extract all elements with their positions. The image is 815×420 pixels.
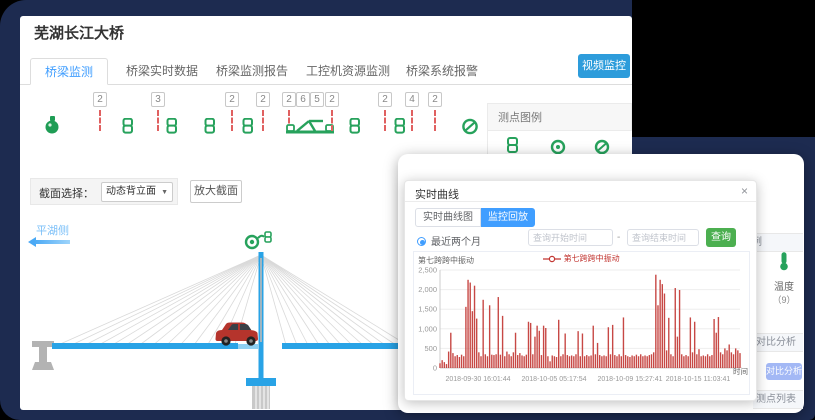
y-tick-label: 2,500: [418, 266, 437, 275]
chart-x-axis-title: 时间: [733, 366, 748, 376]
y-tick-label: 1,500: [418, 305, 437, 314]
temperature-count: （9）: [766, 293, 802, 306]
query-start-time-input[interactable]: [528, 229, 613, 246]
sensor-count-badge: 2: [325, 92, 339, 107]
sensor-count-badge: 4: [405, 92, 419, 107]
black-corner-region: [632, 0, 815, 137]
legend-panel-title: 测点图例: [488, 103, 632, 131]
temperature-legend-item[interactable]: 温度 （9）: [766, 252, 802, 306]
link-icon[interactable]: [203, 118, 217, 139]
x-tick-label: 2018-09-30 16:01:44: [446, 376, 511, 383]
section-select-bar: 截面选择： 动态背立面 ▼: [30, 178, 178, 205]
screen: 芜湖长江大桥 桥梁监测 桥梁实时数据 桥梁监测报告 工控机资源监测 桥梁系统报警…: [0, 0, 815, 420]
radio-label: 最近两个月: [431, 237, 481, 248]
y-tick-label: 500: [424, 344, 437, 353]
bridge-deck-left[interactable]: [52, 343, 238, 349]
sensor-dash-marker: [231, 110, 233, 131]
link-icon[interactable]: [393, 118, 407, 139]
y-tick-label: 0: [433, 364, 437, 373]
query-button[interactable]: 查询: [706, 228, 736, 247]
tab-bridge-monitor[interactable]: 桥梁监测: [30, 58, 108, 85]
sensor-count-badge: 5: [310, 92, 324, 107]
tab-realtime-curve[interactable]: 实时曲线图: [415, 208, 481, 227]
link-icon[interactable]: [348, 118, 362, 139]
temperature-label: 温度: [766, 278, 802, 293]
sensor-dash-marker: [384, 110, 386, 131]
chevron-down-icon: ▼: [161, 184, 168, 202]
sidebar-legend-header: 图例: [753, 233, 803, 252]
sidebar-compare-header: 对比分析: [753, 333, 803, 352]
modal-header: 实时曲线 ×: [405, 181, 756, 202]
bridge-deck-right[interactable]: [282, 343, 412, 349]
tabs-bar: 桥梁监测 桥梁实时数据 桥梁监测报告 工控机资源监测 桥梁系统报警: [20, 58, 632, 85]
bridge-icon[interactable]: [285, 118, 335, 141]
chart-plot: 0 500 1,000 1,500 2,000 2,500 2018-09-30 16:01…: [416, 264, 749, 392]
bridge-abutment: [32, 341, 54, 370]
recent-two-months-radio[interactable]: 最近两个月: [417, 232, 481, 246]
x-tick-label: 2018-10-05 05:17:54: [522, 376, 587, 383]
sensor-count-badge: 2: [282, 92, 296, 107]
tab-system-alarm[interactable]: 桥梁系统报警: [392, 58, 492, 85]
video-monitor-button[interactable]: 视频监控: [578, 54, 630, 78]
sensor-dash-marker: [331, 110, 333, 131]
realtime-curve-modal: 实时曲线 × 实时曲线图 监控回放 最近两个月 - 查询 第七跨跨中振动 第七跨…: [404, 180, 757, 401]
tab-ipc-resource[interactable]: 工控机资源监测: [292, 58, 404, 85]
sidebar-points-header: 测点列表: [753, 390, 803, 409]
chart-series: [440, 275, 740, 368]
sensor-count-badge: 6: [296, 92, 310, 107]
sensor-dash-marker: [99, 110, 101, 131]
legend-marker-icon: [543, 255, 561, 263]
y-tick-label: 2,000: [418, 285, 437, 294]
sensor-count-badge: 2: [225, 92, 239, 107]
link-icon[interactable]: [165, 118, 179, 139]
link-icon[interactable]: [121, 118, 135, 139]
sensor-count-badge: 2: [428, 92, 442, 107]
weight-icon[interactable]: [44, 116, 60, 139]
section-select-dropdown[interactable]: 动态背立面 ▼: [101, 182, 173, 202]
link-icon[interactable]: [241, 118, 255, 139]
range-separator: -: [617, 232, 620, 243]
bridge-deck-mid[interactable]: [238, 344, 258, 349]
compare-analysis-button[interactable]: 对比分析: [766, 363, 802, 380]
sensor-dash-marker: [411, 110, 413, 131]
car: [216, 323, 259, 346]
sensor-count-badge: 2: [256, 92, 270, 107]
bridge-pier-column: [252, 386, 270, 409]
section-select-value: 动态背立面: [106, 186, 156, 197]
query-end-time-input[interactable]: [627, 229, 699, 246]
y-tick-label: 1,000: [418, 324, 437, 333]
modal-title: 实时曲线: [415, 186, 459, 202]
sensor-dash-marker: [157, 110, 159, 131]
x-tick-label: 2018-10-09 15:27:41: [598, 376, 663, 383]
enlarge-section-button[interactable]: 放大截面: [190, 180, 242, 203]
tab-monitor-report[interactable]: 桥梁监测报告: [202, 58, 302, 85]
bridge-pier-cap: [246, 378, 276, 386]
sensor-dash-marker: [262, 110, 264, 131]
sensor-count-badge: 3: [151, 92, 165, 107]
tab-realtime-data[interactable]: 桥梁实时数据: [112, 58, 212, 85]
close-icon[interactable]: ×: [741, 184, 748, 198]
sensor-count-badge: 2: [93, 92, 107, 107]
thermometer-icon: [778, 252, 790, 271]
section-select-label: 截面选择：: [39, 185, 94, 201]
x-tick-label: 2018-10-15 11:03:41: [666, 376, 731, 383]
sensor-dash-marker: [434, 110, 436, 131]
sensor-count-badge: 2: [378, 92, 392, 107]
radio-selected-icon: [417, 237, 426, 246]
chain-icon[interactable]: [265, 232, 271, 242]
page-title: 芜湖长江大桥: [34, 22, 124, 43]
chart-container: 第七跨跨中振动 第七跨跨中振动 05001,0001,5002,0002,500…: [413, 251, 750, 395]
camera-icon[interactable]: [246, 236, 264, 248]
tab-monitor-playback[interactable]: 监控回放: [481, 208, 535, 227]
no-entry-icon[interactable]: [462, 118, 479, 140]
bridge-schematic: [20, 228, 412, 410]
